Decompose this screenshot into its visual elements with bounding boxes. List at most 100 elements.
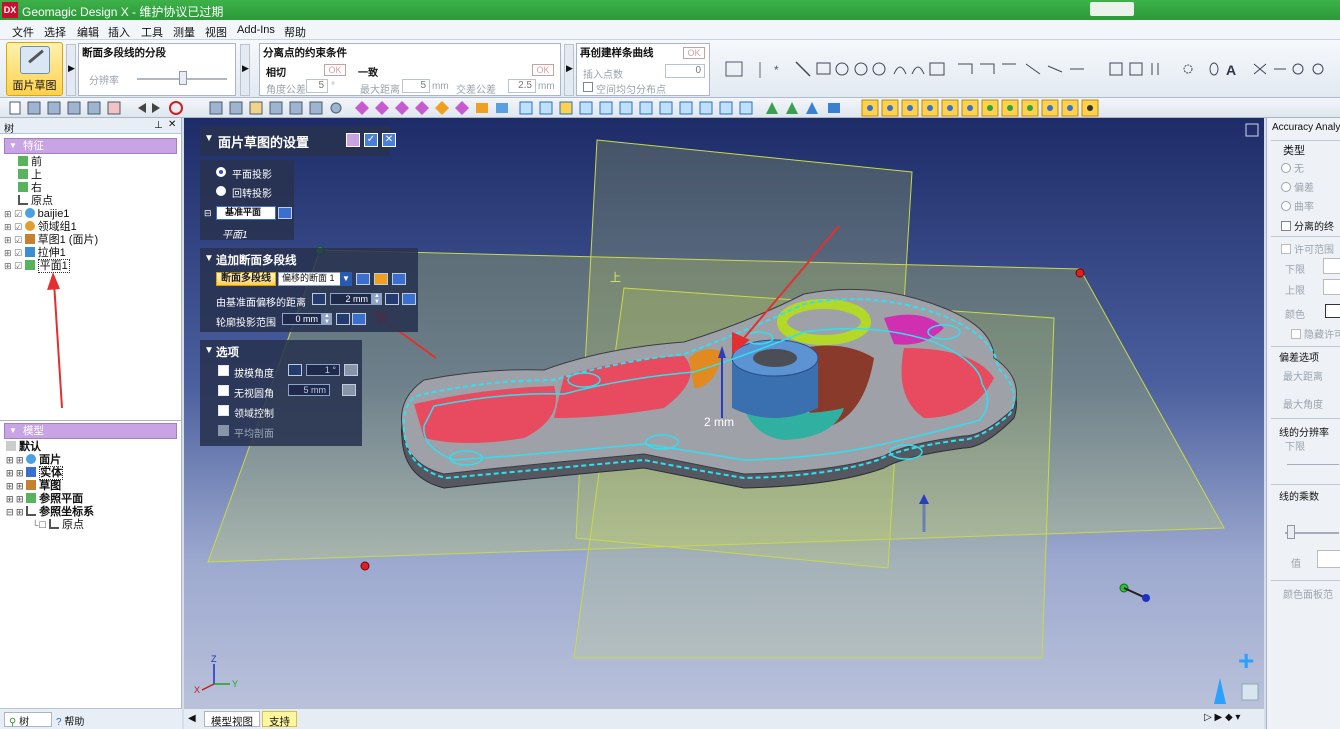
cross-tolerance-input[interactable]: 2.5 — [508, 79, 536, 93]
model-item-origin[interactable]: └☐ 原点 — [32, 519, 181, 532]
base-plane-button[interactable]: 基准平面 — [216, 206, 276, 220]
insert-points-input[interactable]: 0 — [665, 64, 705, 78]
separated-option[interactable]: 分离的终 — [1281, 218, 1334, 233]
menu-file[interactable]: 文件 — [12, 24, 34, 40]
draft-angle-checkbox[interactable] — [218, 365, 229, 376]
upper-limit-input[interactable] — [1323, 279, 1340, 295]
tab-help[interactable]: ? 帮助 — [56, 713, 84, 728]
maximize-icon[interactable] — [1245, 123, 1259, 137]
type-curvature-option[interactable]: 曲率 — [1281, 198, 1314, 213]
contour-option-icon[interactable] — [336, 313, 350, 325]
lower-limit-input[interactable] — [1323, 258, 1340, 274]
region-control-checkbox[interactable] — [218, 405, 229, 416]
section-option-icon-1[interactable] — [356, 273, 370, 285]
features-header[interactable]: ▼ 特征 — [4, 138, 177, 154]
type-deviation-option[interactable]: 偏差 — [1281, 179, 1314, 194]
section-polyline-button[interactable]: 断面多段线 — [216, 272, 276, 286]
close-icon[interactable]: ✕ — [168, 119, 176, 130]
check-icon[interactable] — [1214, 678, 1226, 704]
tree-item-top[interactable]: 上 — [18, 169, 181, 182]
invisible-fillet-checkbox[interactable] — [218, 385, 229, 396]
menu-addins[interactable]: Add-Ins — [237, 24, 275, 36]
dialog-cancel-icon[interactable]: ✕ — [382, 133, 396, 147]
resolution-slider[interactable] — [1287, 464, 1339, 465]
offset-distance-input[interactable]: 2 mm — [330, 293, 372, 305]
collapse-arrow-2[interactable]: ▶ — [240, 44, 250, 96]
offset-reset-icon[interactable] — [402, 293, 416, 305]
respline-ok-button[interactable]: OK — [683, 47, 705, 59]
tree-item-extrude1[interactable]: ⊞ ☑ 拉伸1 — [4, 247, 181, 260]
type-none-option[interactable]: 无 — [1281, 160, 1304, 175]
control-point[interactable] — [1142, 594, 1150, 602]
collapse-arrow[interactable]: ▶ — [66, 44, 76, 96]
offset-stepper[interactable]: ▲ ▼ — [372, 293, 382, 305]
angle-tolerance-input[interactable]: 5 — [306, 79, 328, 93]
section-add-icon[interactable] — [374, 273, 388, 285]
max-distance-input[interactable]: 5 — [402, 79, 430, 93]
confirm-plus-icon[interactable]: + — [1238, 645, 1254, 676]
model-item-solid[interactable]: ⊞ ⊞ 实体 — [6, 466, 181, 480]
pin-icon[interactable]: ⊥ — [154, 120, 163, 131]
tab-support[interactable]: 支持 — [262, 711, 297, 728]
eraser-icon[interactable] — [1241, 683, 1259, 701]
consistent-ok-button[interactable]: OK — [532, 64, 554, 76]
tree-item-front[interactable]: 前 — [18, 156, 181, 169]
tab-model-view[interactable]: 模型视图 — [204, 711, 260, 728]
dialog-preview-icon[interactable] — [346, 133, 360, 147]
tree-item-right[interactable]: 右 — [18, 182, 181, 195]
menu-select[interactable]: 选择 — [44, 24, 66, 40]
tree-item-plane1[interactable]: ⊞ ☑ 平面1 — [4, 259, 181, 273]
control-point[interactable] — [1075, 268, 1085, 278]
fillet-option-icon[interactable] — [342, 384, 356, 396]
offset-direction-icon[interactable] — [312, 293, 326, 305]
menu-tools[interactable]: 工具 — [141, 24, 163, 40]
offset-section-select[interactable]: 偏移的断面 1 — [278, 272, 346, 286]
menu-help[interactable]: 帮助 — [284, 24, 306, 40]
tree-item-sketch1[interactable]: ⊞ ☑ 草图1 (面片) — [4, 234, 181, 247]
3d-viewport[interactable]: 上 2 mm Z X Y + ▼ 面片草图的设置 ✓ ✕ 平面投影 回转投影 ⊟… — [184, 118, 1264, 708]
draft-angle-input[interactable]: 1 ° — [306, 364, 340, 376]
mesh-sketch-button[interactable]: 面片草图 — [6, 42, 63, 96]
chevron-down-icon[interactable]: ▼ — [340, 272, 352, 286]
menu-insert[interactable]: 插入 — [108, 24, 130, 40]
contour-range-input[interactable]: 0 mm — [282, 313, 322, 325]
tree-item-baijie1[interactable]: ⊞ ☑ baijie1 — [4, 208, 181, 221]
rotation-projection-radio[interactable] — [216, 186, 226, 196]
menu-edit[interactable]: 编辑 — [77, 24, 99, 40]
collapse-arrow-3[interactable]: ▶ — [564, 44, 574, 96]
model-header[interactable]: ▼ 模型 — [4, 423, 177, 439]
multiplier-slider-thumb[interactable] — [1287, 525, 1295, 539]
window-controls[interactable] — [1090, 2, 1134, 16]
tree-item-origin[interactable]: 原点 — [18, 195, 181, 208]
fillet-input[interactable]: 5 mm — [288, 384, 330, 396]
dialog-ok-icon[interactable]: ✓ — [364, 133, 378, 147]
menu-measure[interactable]: 测量 — [173, 24, 195, 40]
model-item-ref-coord[interactable]: ⊟ ⊞ 参照坐标系 — [6, 506, 181, 519]
tangent-ok-button[interactable]: OK — [324, 64, 346, 76]
model-item-ref-plane[interactable]: ⊞ ⊞ 参照平面 — [6, 493, 181, 506]
avg-section-checkbox[interactable] — [218, 425, 229, 436]
contour-stepper[interactable]: ▲ ▼ — [322, 313, 332, 325]
contour-reset-icon[interactable] — [352, 313, 366, 325]
section-option-icon-2[interactable] — [392, 273, 406, 285]
color-swatch[interactable] — [1325, 304, 1340, 318]
uniform-points-checkbox[interactable] — [583, 82, 593, 92]
tab-tree[interactable]: ⚲ 树 — [4, 712, 52, 728]
draft-option-icon[interactable] — [344, 364, 358, 376]
model-item-sketch[interactable]: ⊞ ⊞ 草图 — [6, 480, 181, 493]
tab-scroll-left[interactable]: ◀ — [188, 713, 196, 724]
tolerance-range-option[interactable]: 许可范围 — [1281, 241, 1334, 256]
offset-option-icon[interactable] — [385, 293, 399, 305]
menu-view[interactable]: 视图 — [205, 24, 227, 40]
nav-controls[interactable]: ▷ ▶ ◆ ▾ — [1204, 712, 1240, 723]
control-point[interactable] — [360, 561, 370, 571]
plane-projection-radio[interactable] — [216, 167, 226, 177]
toolbar-icons[interactable] — [6, 99, 866, 117]
model-item-default[interactable]: 默认 — [6, 441, 181, 454]
resolution-slider-thumb[interactable] — [179, 71, 187, 85]
multiplier-value-input[interactable] — [1317, 550, 1340, 568]
sketch-tool-icons[interactable]: * A — [722, 58, 1332, 82]
base-plane-select-icon[interactable] — [278, 207, 292, 219]
model-item-mesh[interactable]: ⊞ ⊞ 面片 — [6, 454, 181, 467]
selection-mode-icons[interactable] — [860, 99, 1120, 117]
